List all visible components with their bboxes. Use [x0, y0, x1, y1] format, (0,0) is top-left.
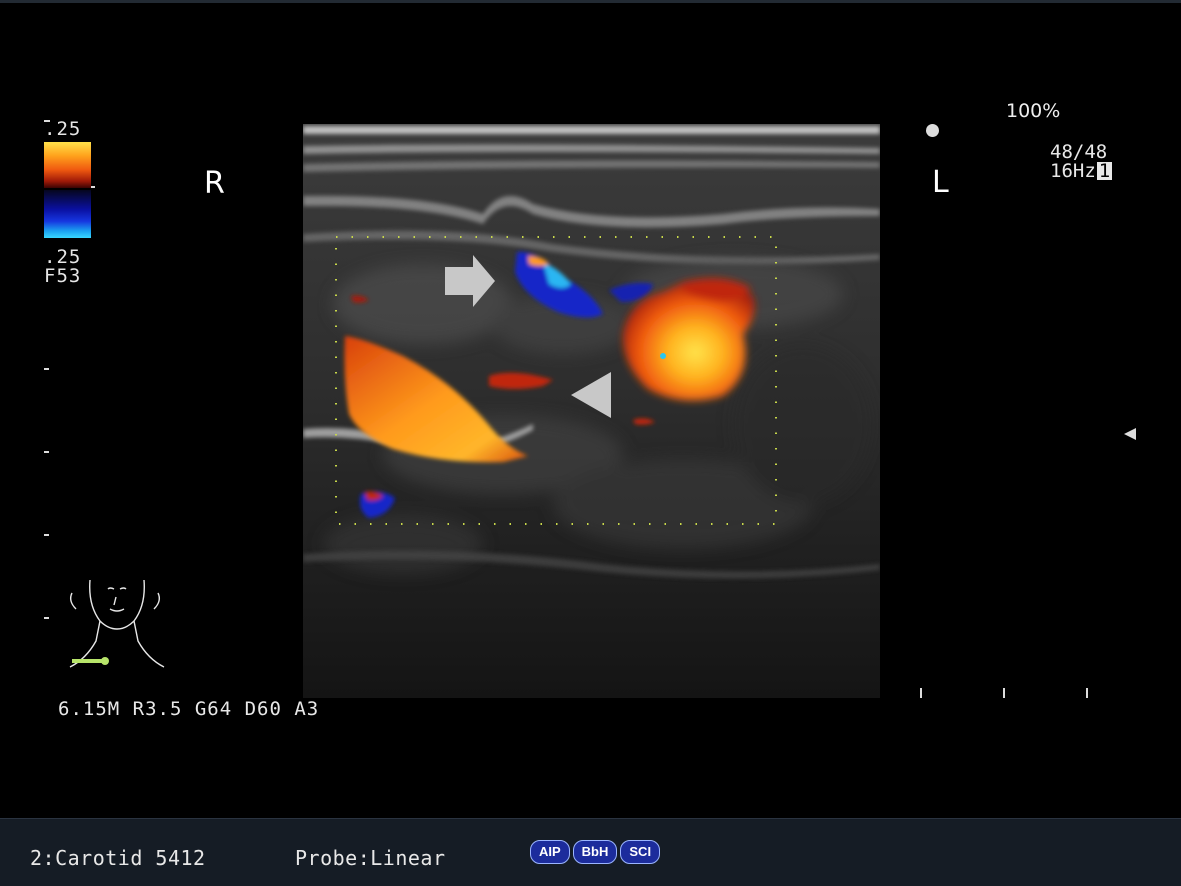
- lateral-tick: [1003, 688, 1005, 698]
- ultrasound-screen: .25 .25 F53 R L 100% 48/48 16Hz 1 6.15M …: [0, 0, 1181, 886]
- ultrasound-image[interactable]: [303, 124, 880, 698]
- colorbar-cold-band: [44, 190, 91, 238]
- frame-rate-box: 1: [1096, 160, 1113, 182]
- frame-rate-value: 16Hz: [1050, 160, 1096, 182]
- colorbar-frequency: F53: [44, 265, 82, 287]
- exam-preset: 2:Carotid 5412: [30, 846, 206, 870]
- colorbar-top-value: .25: [44, 118, 82, 140]
- frame-rate: 16Hz 1: [1050, 160, 1113, 182]
- probe-orientation-dot: [926, 124, 939, 137]
- sci-button[interactable]: SCI: [620, 840, 661, 864]
- neck-bodymark-icon[interactable]: [62, 575, 172, 685]
- depth-tick: [44, 534, 49, 536]
- lateral-tick: [1086, 688, 1088, 698]
- bbh-button[interactable]: BbH: [572, 840, 618, 864]
- mode-buttons: AIP BbH SCI: [530, 840, 661, 864]
- imaging-parameters: 6.15M R3.5 G64 D60 A3: [58, 698, 320, 720]
- orientation-right: R: [204, 166, 225, 201]
- colorbar-zero-mark: [91, 186, 95, 188]
- bmode-doppler-image: [303, 124, 880, 698]
- acoustic-power: 100%: [1006, 100, 1061, 122]
- depth-tick: [44, 617, 49, 619]
- depth-tick: [44, 451, 49, 453]
- colorbar-warm-band: [44, 142, 91, 188]
- probe-type: Probe:Linear: [295, 846, 446, 870]
- lateral-tick: [920, 688, 922, 698]
- focus-triangle-icon[interactable]: [1124, 428, 1136, 440]
- top-border: [0, 0, 1181, 3]
- color-velocity-scale: [44, 142, 91, 238]
- orientation-left: L: [932, 165, 949, 200]
- depth-tick: [44, 368, 49, 370]
- aip-button[interactable]: AIP: [530, 840, 570, 864]
